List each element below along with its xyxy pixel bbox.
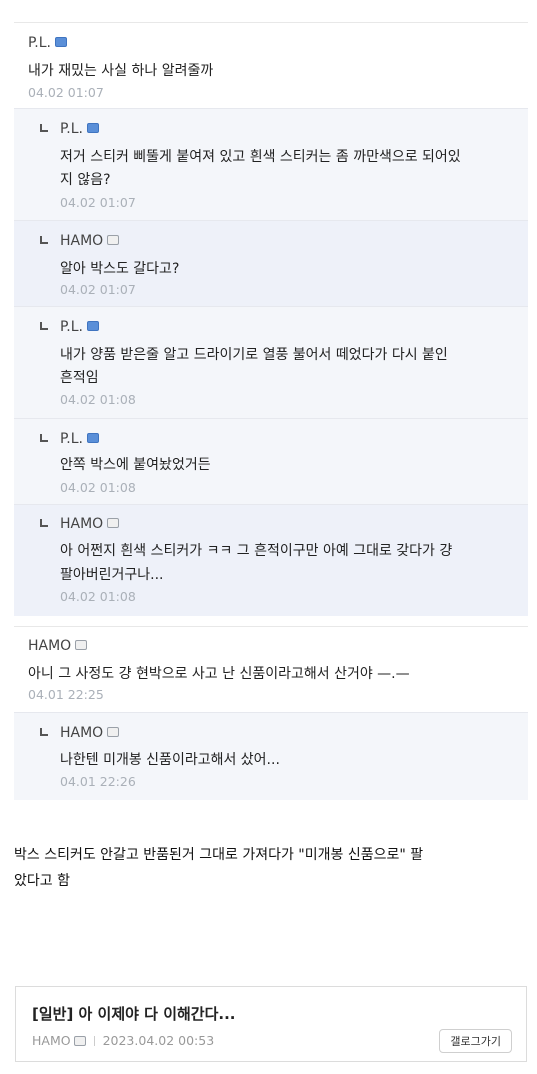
- comment-author[interactable]: HAMO: [60, 516, 120, 532]
- comment-reply: HAMO 나한텐 미개봉 신품이라고해서 샀어... 04.01 22:26: [14, 712, 528, 800]
- comment-time: 04.02 01:08: [60, 480, 136, 495]
- comment-time: 04.02 01:07: [28, 85, 104, 100]
- comment-reply: P.L. 안쪽 박스에 붙여놨었거든 04.02 01:08: [14, 418, 528, 504]
- user-badge-icon: [86, 433, 99, 443]
- comment-author[interactable]: HAMO: [60, 233, 120, 249]
- reply-arrow-icon: [40, 728, 48, 736]
- comment-text-line: 저거 스티커 삐뚤게 붙여져 있고 흰색 스티커는 좀 까만색으로 되어있: [60, 149, 461, 165]
- reply-arrow-icon: [40, 434, 48, 442]
- post-meta: HAMO 2023.04.02 00:53: [32, 1033, 214, 1048]
- comment-text: 안쪽 박스에 붙여놨었거든: [60, 457, 211, 473]
- comment-author[interactable]: P.L.: [60, 431, 99, 447]
- comment-author[interactable]: HAMO: [28, 638, 88, 654]
- comment: HAMO 아니 그 사정도 걍 현박으로 사고 난 신품이라고해서 산거야 —.…: [14, 626, 528, 712]
- comment-author[interactable]: HAMO: [60, 725, 120, 741]
- user-badge-icon: [73, 1036, 86, 1046]
- comment-text: 아니 그 사정도 걍 현박으로 사고 난 신품이라고해서 산거야 —.—: [28, 666, 410, 682]
- comment-time: 04.02 01:08: [60, 589, 136, 604]
- gallog-button[interactable]: 갤로그가기: [439, 1029, 512, 1053]
- comment-time: 04.02 01:07: [60, 195, 136, 210]
- user-badge-icon: [107, 727, 120, 737]
- comment-text-line: 아 어쩐지 흰색 스티커가 ㅋㅋ 그 흔적이구만 아예 그대로 갖다가 걍: [60, 543, 453, 559]
- reply-arrow-icon: [40, 322, 48, 330]
- post-title[interactable]: [일반] 아 이제야 다 이해간다...: [32, 1003, 236, 1024]
- user-badge-icon: [86, 123, 99, 133]
- comment-text-line: 팔아버린거구나...: [60, 567, 164, 583]
- reply-arrow-icon: [40, 124, 48, 132]
- comment-time: 04.01 22:26: [60, 774, 136, 789]
- comment-reply: HAMO 아 어쩐지 흰색 스티커가 ㅋㅋ 그 흔적이구만 아예 그대로 갖다가…: [14, 504, 528, 616]
- comment-author[interactable]: P.L.: [60, 121, 99, 137]
- post-body-line: 박스 스티커도 안갈고 반품된거 그대로 가져다가 "미개봉 신품으로" 팔: [14, 847, 424, 863]
- post-body-line: 았다고 함: [14, 873, 70, 889]
- comment-text: 알아 박스도 갈다고?: [60, 261, 180, 277]
- user-badge-icon: [54, 37, 67, 47]
- comment-text-line: 지 않음?: [60, 172, 111, 188]
- user-badge-icon: [107, 235, 120, 245]
- comment-reply: HAMO 알아 박스도 갈다고? 04.02 01:07: [14, 220, 528, 306]
- user-badge-icon: [86, 321, 99, 331]
- comment-reply: P.L. 내가 양품 받은줄 알고 드라이기로 열풍 불어서 떼었다가 다시 붙…: [14, 306, 528, 418]
- comment-reply: P.L. 저거 스티커 삐뚤게 붙여져 있고 흰색 스티커는 좀 까만색으로 되…: [14, 108, 528, 220]
- user-badge-icon: [107, 518, 120, 528]
- reply-arrow-icon: [40, 519, 48, 527]
- comment-text: 나한텐 미개봉 신품이라고해서 샀어...: [60, 752, 280, 768]
- comment: P.L. 내가 재밌는 사실 하나 알려줄까 04.02 01:07: [14, 22, 528, 108]
- comment-text-line: 흔적임: [60, 370, 99, 386]
- comment-time: 04.02 01:08: [60, 392, 136, 407]
- divider: [93, 1036, 95, 1046]
- comment-time: 04.01 22:25: [28, 687, 104, 702]
- post-card[interactable]: [일반] 아 이제야 다 이해간다... HAMO 2023.04.02 00:5…: [15, 986, 527, 1062]
- comment-author[interactable]: P.L.: [60, 319, 99, 335]
- post-body-text: 박스 스티커도 안갈고 반품된거 그대로 가져다가 "미개봉 신품으로" 팔 았…: [14, 842, 524, 894]
- comment-time: 04.02 01:07: [60, 282, 136, 297]
- comment-text: 내가 재밌는 사실 하나 알려줄까: [28, 63, 214, 79]
- comment-text-line: 내가 양품 받은줄 알고 드라이기로 열풍 불어서 떼었다가 다시 붙인: [60, 347, 448, 363]
- comment-author[interactable]: P.L.: [28, 35, 67, 51]
- reply-arrow-icon: [40, 236, 48, 244]
- post-author[interactable]: HAMO: [32, 1033, 71, 1048]
- user-badge-icon: [75, 640, 88, 650]
- post-date: 2023.04.02 00:53: [102, 1033, 215, 1048]
